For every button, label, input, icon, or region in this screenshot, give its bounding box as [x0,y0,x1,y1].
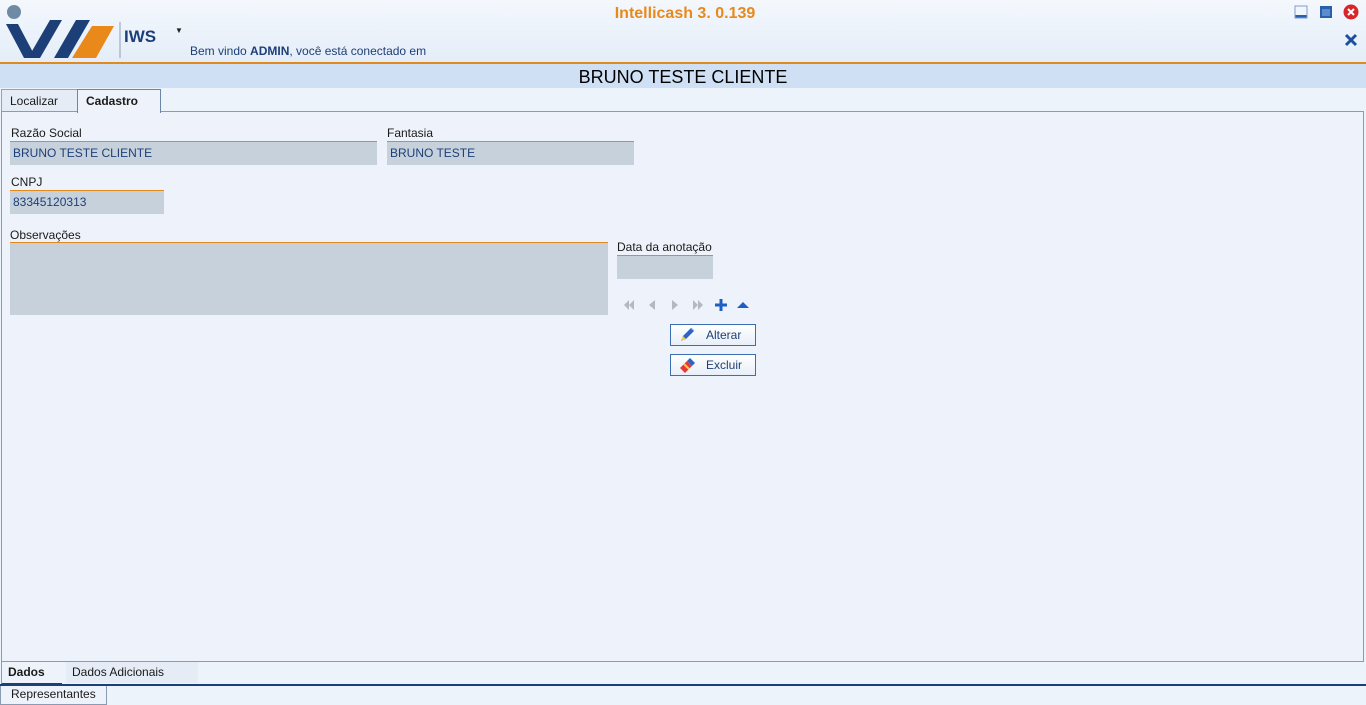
close-app-icon[interactable] [1343,4,1359,20]
welcome-user: ADMIN [250,44,290,58]
logo-dropdown-icon[interactable]: ▼ [175,26,183,35]
tab-localizar[interactable]: Localizar [1,89,79,112]
footer-divider [0,684,1366,686]
alterar-label: Alterar [706,328,742,342]
data-anotacao-label: Data da anotação [617,240,712,254]
excluir-label: Excluir [706,358,743,372]
observacoes-label: Observações [10,228,81,242]
fantasia-label: Fantasia [387,126,434,140]
tab-dados-adicionais[interactable]: Dados Adicionais [66,662,198,683]
logo-text: IWS [124,27,156,46]
excluir-button[interactable]: Excluir [670,354,756,376]
tab-cadastro[interactable]: Cadastro [77,89,161,113]
razao-social-field[interactable]: BRUNO TESTE CLIENTE [10,141,377,165]
add-icon[interactable] [714,298,728,312]
cnpj-field[interactable]: 83345120313 [10,190,164,214]
next-record-icon[interactable] [668,298,682,312]
iws-logo: IWS [6,5,156,58]
cadastro-panel [1,111,1364,662]
first-record-icon[interactable] [622,298,636,312]
minimize-icon[interactable] [1293,4,1309,20]
edit-pencil-icon [681,327,695,341]
fantasia-field[interactable]: BRUNO TESTE [387,141,634,165]
alterar-button[interactable]: Alterar [670,324,756,346]
last-record-icon[interactable] [691,298,705,312]
app-title: Intellicash 3. 0.139 [614,5,756,22]
observacoes-field[interactable] [10,242,608,315]
tab-dados[interactable]: Dados [1,662,62,685]
client-name-header: BRUNO TESTE CLIENTE [0,64,1366,88]
eraser-icon [680,358,695,373]
collapse-up-icon[interactable] [736,298,750,312]
close-form-icon[interactable] [1343,32,1359,48]
bottom-tabs: Dados Dados Adicionais [0,662,1366,685]
top-tabs: Localizar Cadastro [0,89,1366,113]
cnpj-label: CNPJ [11,175,43,189]
razao-social-label: Razão Social [11,126,82,140]
maximize-icon[interactable] [1318,4,1334,20]
title-bar: IWS ▼ Intellicash 3. 0.139 Bem vindo ADM… [0,0,1366,64]
tab-representantes[interactable]: Representantes [0,686,107,705]
data-anotacao-field[interactable] [617,255,713,279]
prev-record-icon[interactable] [645,298,659,312]
welcome-message: Bem vindo ADMIN, você está conectado em [190,44,427,58]
